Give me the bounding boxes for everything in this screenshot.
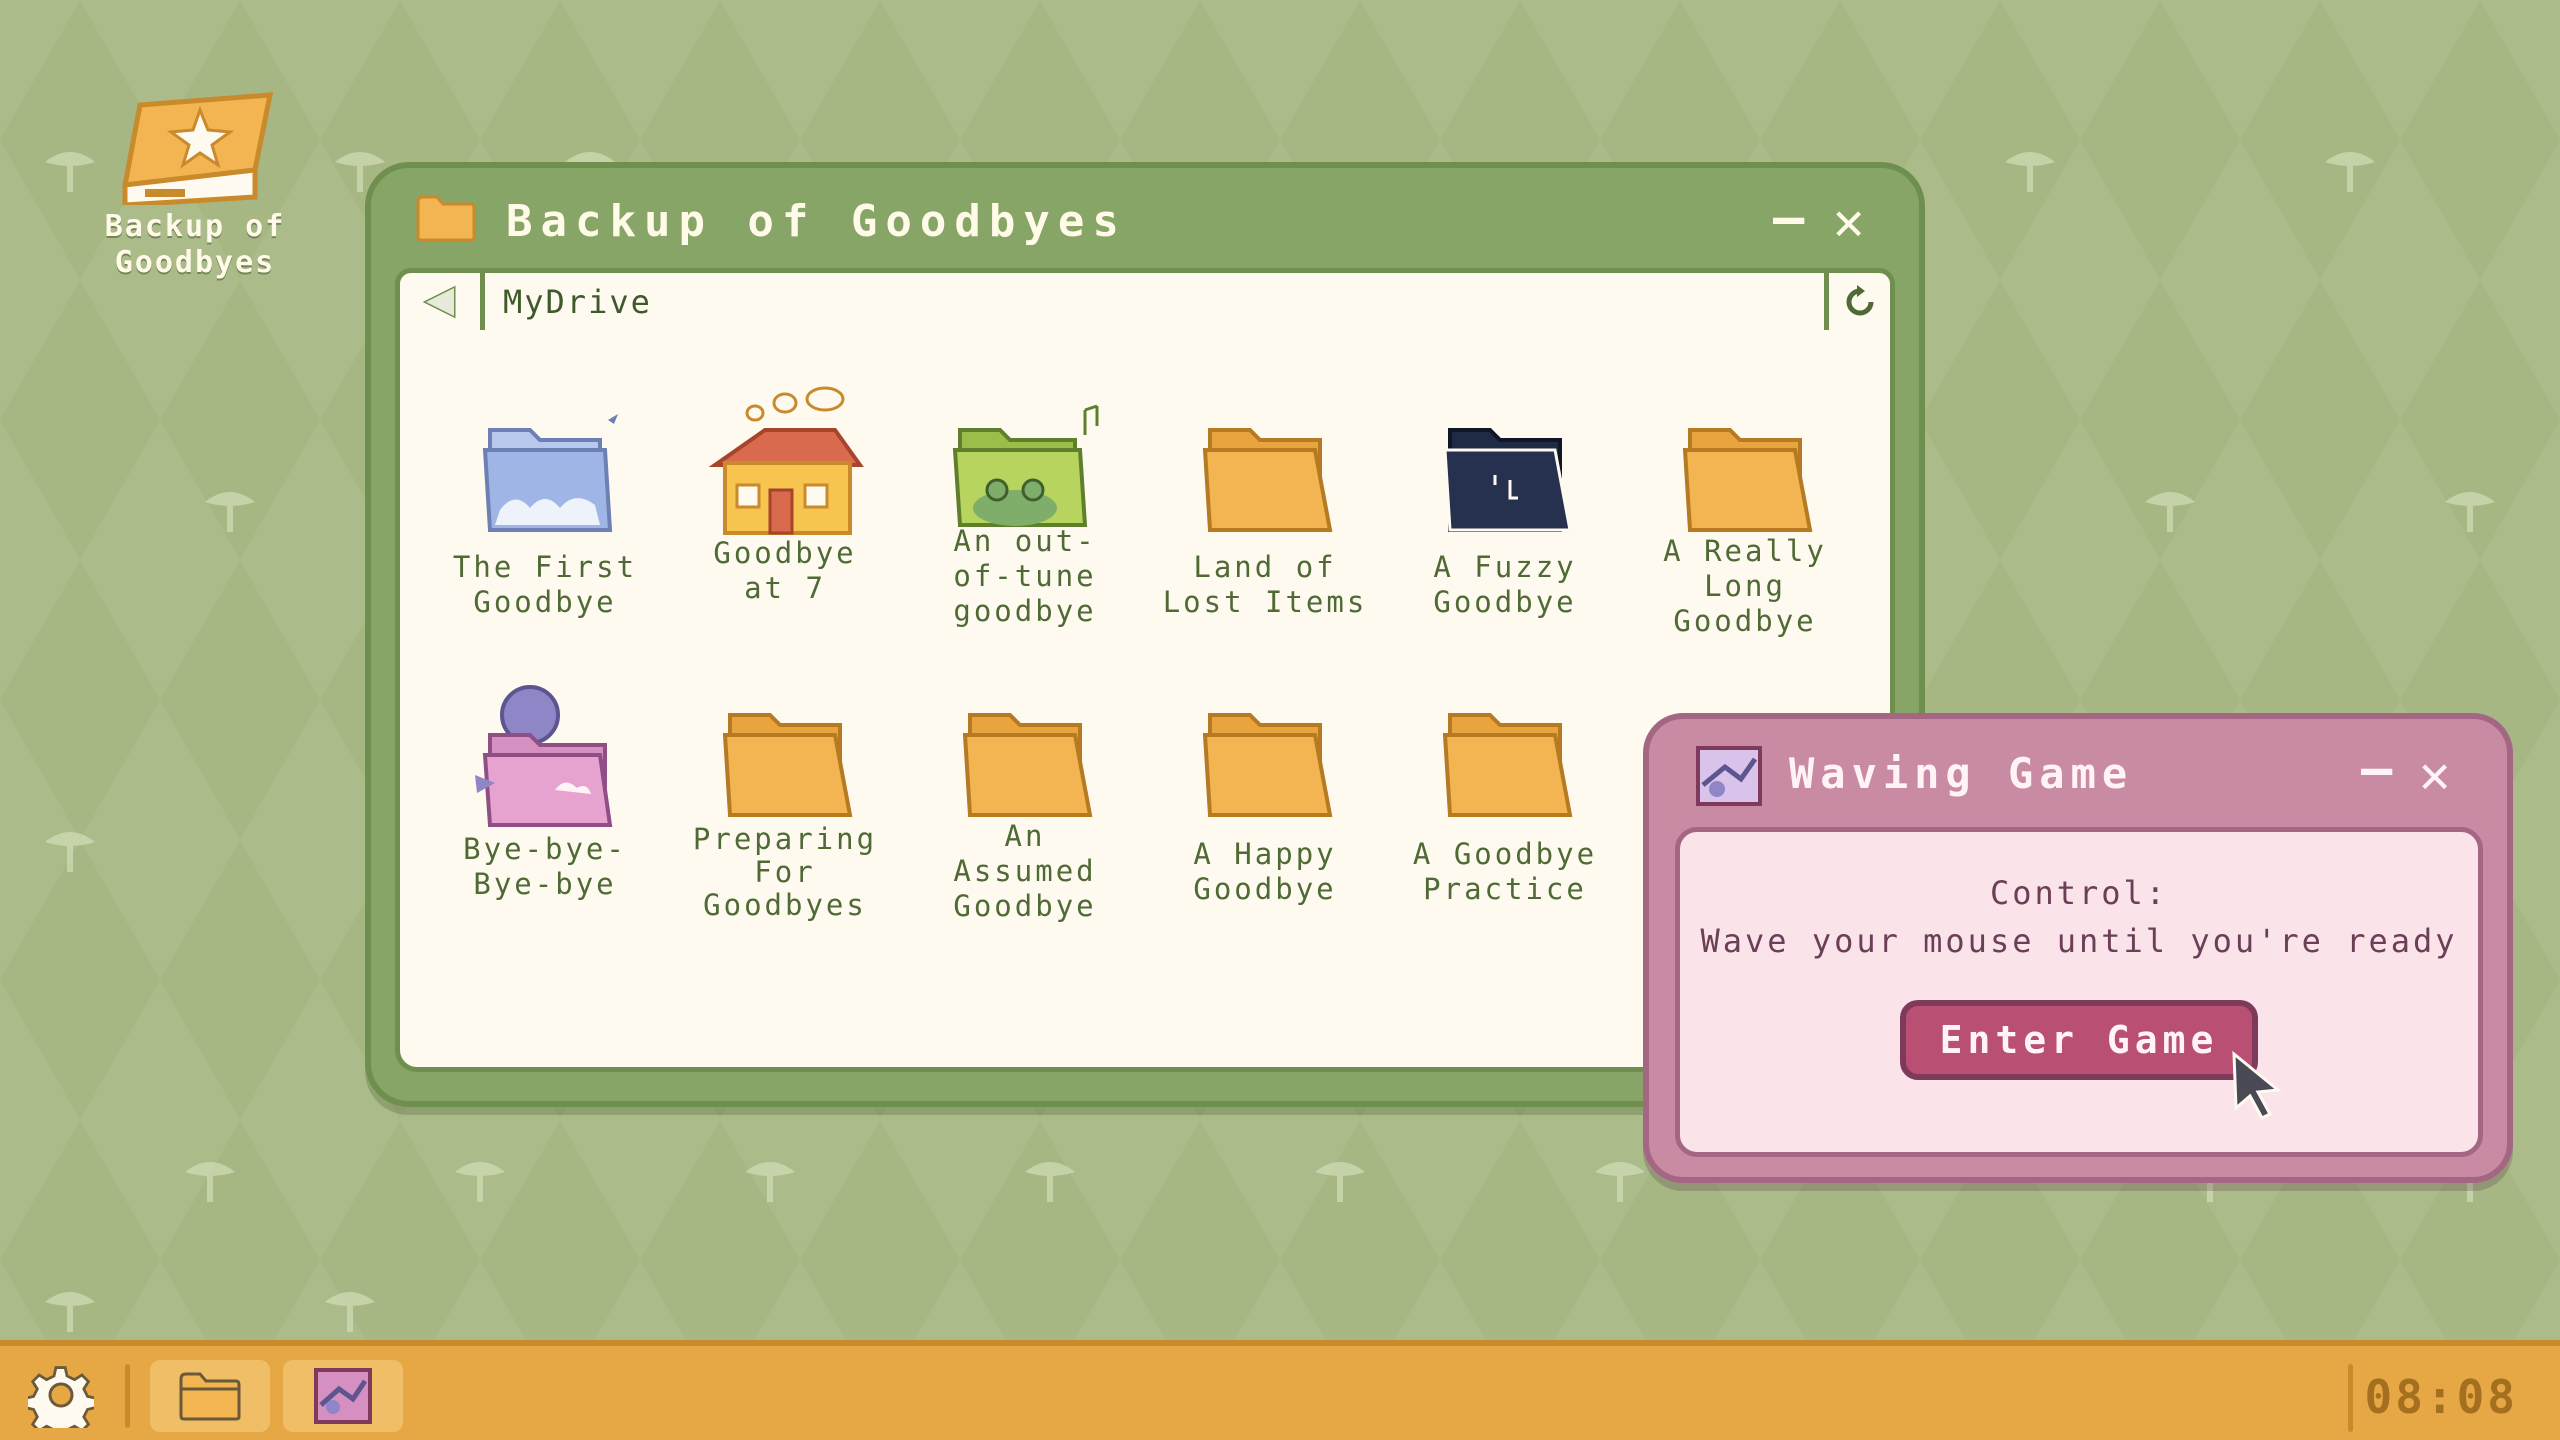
wallpaper-tree-icon <box>1310 1150 1370 1210</box>
desktop-icon-label: Backup of Goodbyes <box>104 209 286 280</box>
house-icon <box>708 386 864 535</box>
file-name: Goodbye at 7 <box>713 536 857 605</box>
folder-icon <box>1442 713 1573 817</box>
enter-game-button[interactable]: Enter Game <box>1899 1000 2259 1080</box>
file-an-out-of-tune-goodbye[interactable]: An out- of-tune goodbye <box>910 390 1140 629</box>
taskbar-divider <box>2348 1364 2353 1432</box>
folder-icon <box>416 195 476 242</box>
file-land-of-lost-items[interactable]: Land of Lost Items <box>1150 400 1380 620</box>
file-name: An Assumed Goodbye <box>953 819 1097 923</box>
file-name: Bye-bye- Bye-bye <box>463 832 627 901</box>
mouse-cursor-icon <box>2232 1050 2282 1120</box>
file-name: Land of Lost Items <box>1162 550 1368 619</box>
folder-icon <box>1202 428 1333 532</box>
control-instruction: Wave your mouse until you're ready <box>1700 922 2458 960</box>
cloud-folder-icon <box>482 414 618 532</box>
clock: 08:08 <box>2364 1370 2518 1424</box>
file-goodbye-at-7[interactable]: Goodbye at 7 <box>670 385 900 606</box>
control-label: Control: <box>1989 874 2169 912</box>
wallpaper-tree-icon <box>180 1150 240 1210</box>
taskbar-waving-game-button[interactable] <box>283 1360 403 1432</box>
settings-button[interactable] <box>20 1362 102 1428</box>
folder-icon <box>1682 428 1813 532</box>
wallpaper-tree-icon <box>2140 480 2200 540</box>
folder-icon <box>722 713 853 817</box>
back-arrow-icon <box>422 285 456 319</box>
game-window-title: Waving Game <box>1789 749 2134 798</box>
address-bar: MyDrive <box>395 268 1895 336</box>
wallpaper-tree-icon <box>1020 1150 1080 1210</box>
file-a-happy-goodbye[interactable]: A Happy Goodbye <box>1150 685 1380 907</box>
refresh-button[interactable] <box>1824 273 1890 331</box>
refresh-icon <box>1846 285 1873 316</box>
folder-icon <box>962 713 1093 817</box>
taskbar-divider <box>125 1364 130 1428</box>
file-name: An out- of-tune goodbye <box>953 524 1097 628</box>
file-name: A Fuzzy Goodbye <box>1433 550 1577 619</box>
waving-game-icon <box>314 1368 372 1424</box>
wallpaper-tree-icon <box>40 820 100 880</box>
star-drive-icon <box>121 92 274 205</box>
explorer-title: Backup of Goodbyes <box>506 196 1127 247</box>
file-name: A Really Long Goodbye <box>1663 534 1827 638</box>
taskbar-explorer-button[interactable] <box>150 1360 270 1432</box>
file-name: Preparing For Goodbyes <box>692 822 878 922</box>
file-an-assumed-goodbye[interactable]: An Assumed Goodbye <box>910 685 1140 924</box>
path-field[interactable]: MyDrive <box>485 273 1824 331</box>
file-name: A Happy Goodbye <box>1193 837 1337 906</box>
file-a-goodbye-practice[interactable]: A Goodbye Practice <box>1390 685 1620 907</box>
folder-icon <box>179 1372 241 1421</box>
wallpaper-tree-icon <box>740 1150 800 1210</box>
file-a-fuzzy-goodbye[interactable]: A Fuzzy Goodbye <box>1390 400 1620 620</box>
file-name: A Goodbye Practice <box>1412 837 1598 906</box>
explorer-titlebar[interactable]: Backup of Goodbyes – ✕ <box>371 168 1919 278</box>
dark-folder-icon <box>1443 428 1572 532</box>
wallpaper-tree-icon <box>200 480 260 540</box>
wallpaper-tree-icon <box>2320 140 2380 200</box>
taskbar: 08:08 <box>0 1340 2560 1440</box>
game-minimize-button[interactable]: – <box>2361 743 2392 795</box>
pink-folder-icon <box>475 685 613 827</box>
file-a-really-long-goodbye[interactable]: A Really Long Goodbye <box>1630 400 1860 639</box>
file-name: The First Goodbye <box>452 550 638 619</box>
wallpaper-tree-icon <box>450 1150 510 1210</box>
wallpaper-tree-icon <box>40 1280 100 1340</box>
wallpaper-tree-icon <box>320 1280 380 1340</box>
wallpaper-tree-icon <box>1590 1150 1650 1210</box>
file-preparing-for-goodbyes[interactable]: Preparing For Goodbyes <box>670 685 900 922</box>
folder-icon <box>1202 713 1333 817</box>
close-button[interactable]: ✕ <box>1833 196 1864 248</box>
game-close-button[interactable]: ✕ <box>2419 749 2450 801</box>
minimize-button[interactable]: – <box>1773 192 1804 244</box>
frog-folder-icon <box>952 404 1099 527</box>
settings-gear-icon <box>28 1366 94 1428</box>
wallpaper-tree-icon <box>2000 140 2060 200</box>
wallpaper-tree-icon <box>2440 480 2500 540</box>
waving-game-window: Waving Game – ✕ Control: Wave your mouse… <box>1643 713 2513 1183</box>
desktop-icon-backup-of-goodbyes[interactable]: Backup of Goodbyes <box>90 85 300 281</box>
game-window-body: Control: Wave your mouse until you're re… <box>1675 827 2483 1157</box>
back-button[interactable] <box>400 273 485 331</box>
waving-game-icon <box>1696 746 1762 806</box>
file-the-first-goodbye[interactable]: The First Goodbye <box>430 400 660 620</box>
file-bye-bye-bye-bye[interactable]: Bye-bye- Bye-bye <box>430 680 660 902</box>
